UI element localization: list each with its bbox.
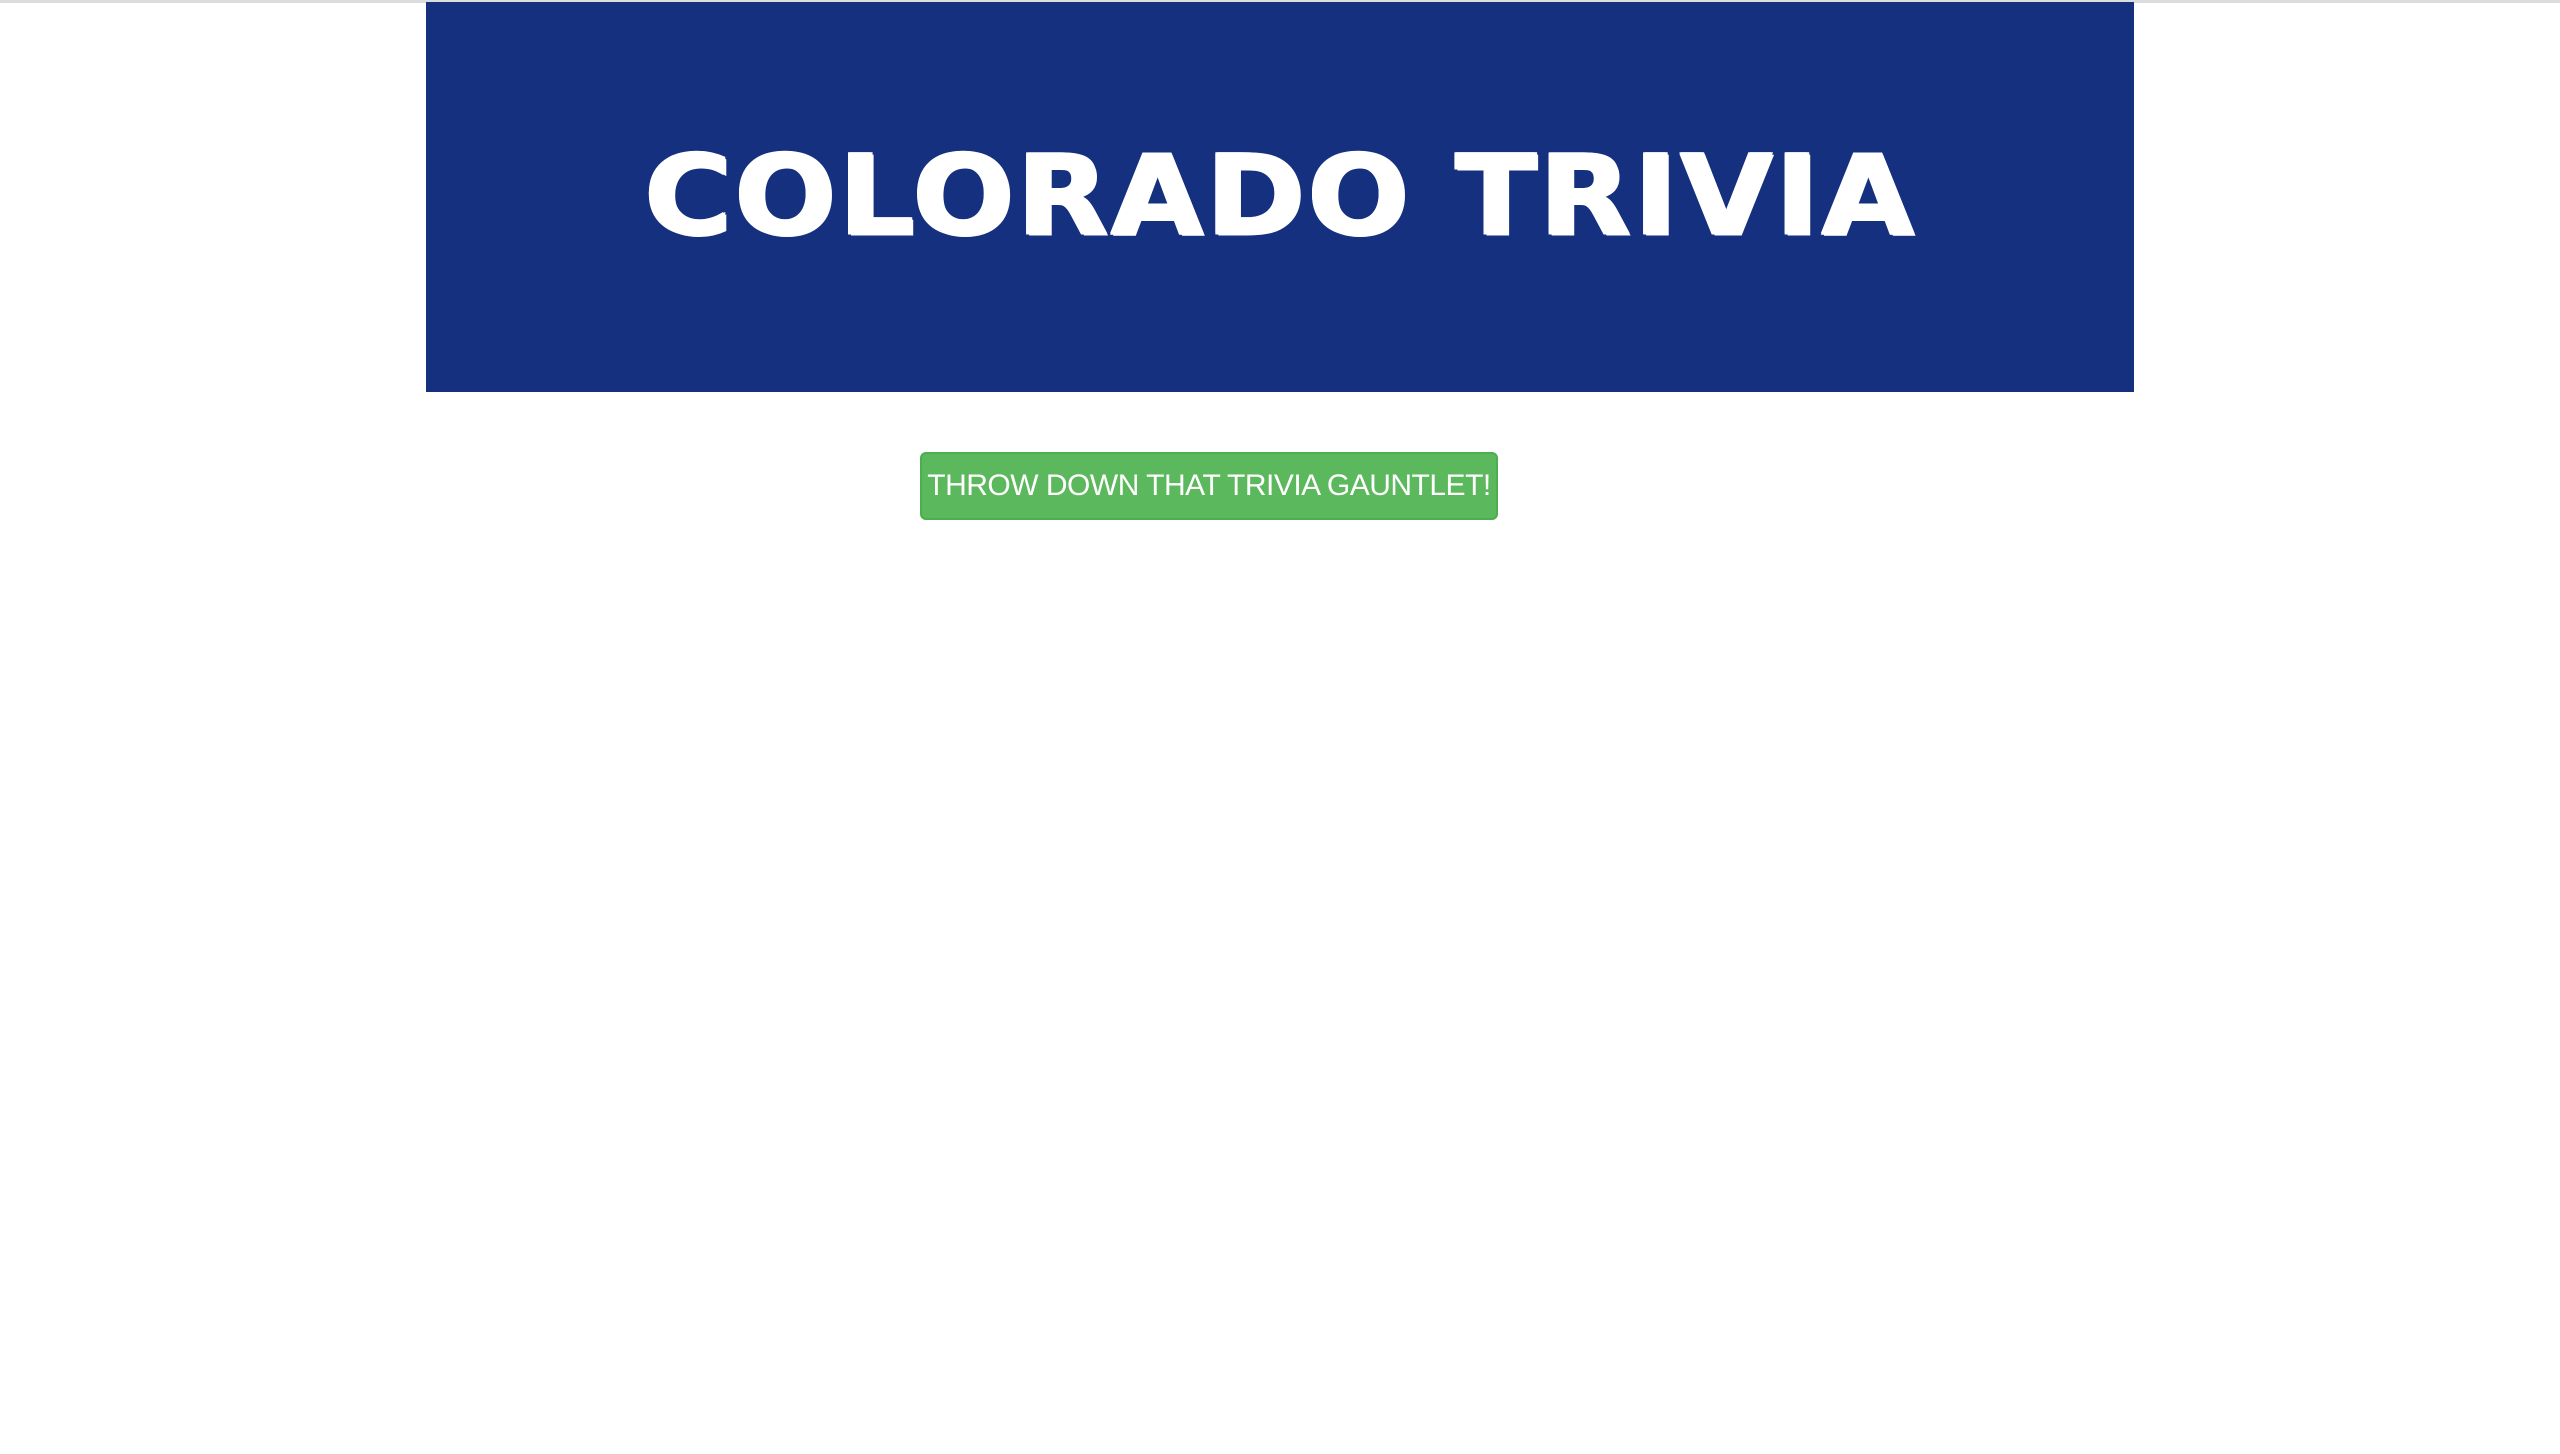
page: COLORADO TRIVIA THROW DOWN THAT TRIVIA G… <box>0 0 2560 1454</box>
start-trivia-button[interactable]: THROW DOWN THAT TRIVIA GAUNTLET! <box>920 452 1498 520</box>
header-banner: COLORADO TRIVIA <box>426 2 2134 392</box>
page-title: COLORADO TRIVIA <box>643 132 1917 261</box>
